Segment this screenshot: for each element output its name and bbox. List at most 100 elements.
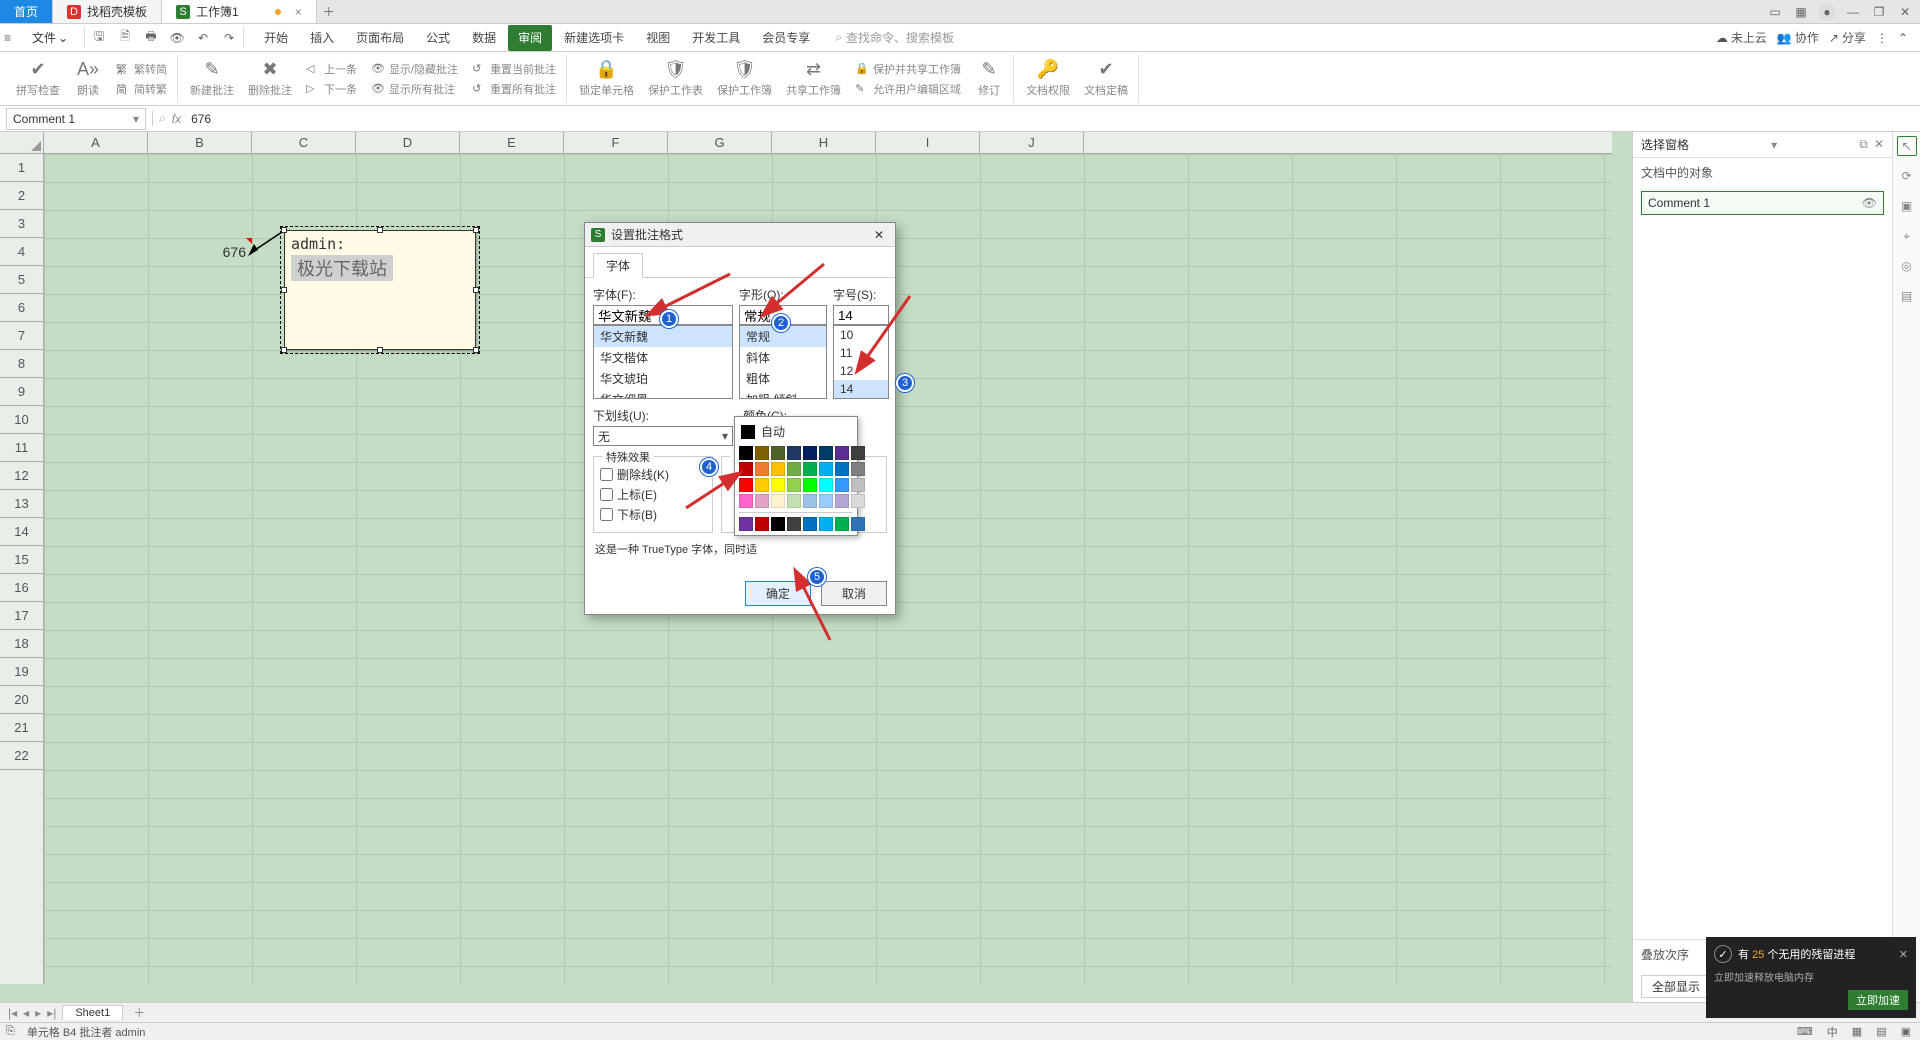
column-header[interactable]: J: [980, 132, 1084, 153]
cell-b4[interactable]: 676: [148, 238, 252, 266]
resize-handle-sw[interactable]: [281, 347, 287, 353]
apps-icon[interactable]: ▦: [1792, 3, 1810, 21]
color-swatch[interactable]: [819, 494, 833, 508]
menu-tab-start[interactable]: 开始: [254, 25, 298, 51]
style-option-1[interactable]: 斜体: [740, 347, 826, 368]
cancel-button[interactable]: 取消: [821, 581, 887, 606]
row-header[interactable]: 14: [0, 518, 43, 546]
column-header[interactable]: I: [876, 132, 980, 153]
formula-input[interactable]: 676: [187, 112, 1920, 126]
color-swatch[interactable]: [819, 446, 833, 460]
trad-to-simp-button[interactable]: 简简转繁: [112, 80, 171, 98]
font-listbox[interactable]: 华文新魏 华文楷体 华文琥珀 华文细黑: [593, 325, 733, 399]
color-swatch[interactable]: [739, 462, 753, 476]
row-header[interactable]: 3: [0, 210, 43, 238]
color-swatch[interactable]: [803, 478, 817, 492]
reset-all-button[interactable]: ↺重置所有批注: [468, 80, 560, 98]
row-header[interactable]: 9: [0, 378, 43, 406]
sheet-first-icon[interactable]: |◂: [6, 1006, 19, 1020]
resize-handle-e[interactable]: [473, 287, 479, 293]
color-swatch[interactable]: [819, 462, 833, 476]
size-input[interactable]: [833, 305, 889, 325]
prev-comment-button[interactable]: ◁上一条: [302, 60, 361, 78]
select-all-corner[interactable]: [0, 132, 44, 154]
layout-icon[interactable]: ▭: [1766, 3, 1784, 21]
superscript-checkbox[interactable]: 上标(E): [600, 486, 706, 503]
cloud-status[interactable]: ☁未上云: [1716, 29, 1767, 46]
column-header[interactable]: A: [44, 132, 148, 153]
status-view-icon[interactable]: ▦: [1849, 1025, 1865, 1038]
color-swatch[interactable]: [755, 478, 769, 492]
color-swatch[interactable]: [771, 446, 785, 460]
size-option-0[interactable]: 10: [834, 326, 888, 344]
subscript-checkbox[interactable]: 下标(B): [600, 506, 706, 523]
color-swatch[interactable]: [851, 517, 865, 531]
sheet-tab[interactable]: Sheet1: [62, 1005, 123, 1020]
underline-combo[interactable]: 无 ▾: [593, 426, 733, 446]
tab-home[interactable]: 首页: [0, 0, 53, 23]
font-option-0[interactable]: 华文新魏: [594, 326, 732, 347]
style-listbox[interactable]: 常规 斜体 粗体 加粗 倾斜: [739, 325, 827, 399]
reset-current-button[interactable]: ↺重置当前批注: [468, 60, 560, 78]
row-header[interactable]: 5: [0, 266, 43, 294]
status-ime-icon[interactable]: ⌨: [1794, 1025, 1816, 1038]
column-header[interactable]: C: [252, 132, 356, 153]
color-swatch[interactable]: [771, 494, 785, 508]
color-swatch[interactable]: [739, 517, 753, 531]
status-view2-icon[interactable]: ▤: [1873, 1025, 1889, 1038]
row-header[interactable]: 12: [0, 462, 43, 490]
doc-perm-button[interactable]: 🔑文档权限: [1022, 59, 1074, 98]
spellcheck-button[interactable]: ✔拼写检查: [12, 59, 64, 98]
menu-tab-data[interactable]: 数据: [462, 25, 506, 51]
row-header[interactable]: 18: [0, 630, 43, 658]
comment-text[interactable]: 极光下载站: [291, 255, 393, 281]
resize-handle-s[interactable]: [377, 347, 383, 353]
color-swatch[interactable]: [835, 446, 849, 460]
style-option-3[interactable]: 加粗 倾斜: [740, 389, 826, 399]
row-header[interactable]: 2: [0, 182, 43, 210]
color-swatch[interactable]: [851, 478, 865, 492]
sheet-prev-icon[interactable]: ◂: [21, 1006, 31, 1020]
color-swatch[interactable]: [851, 446, 865, 460]
color-swatch[interactable]: [739, 494, 753, 508]
pane-popout-icon[interactable]: ⧉: [1859, 137, 1868, 152]
color-swatch[interactable]: [851, 462, 865, 476]
column-header[interactable]: G: [668, 132, 772, 153]
ok-button[interactable]: 确定: [745, 581, 811, 606]
avatar-icon[interactable]: ●: [1818, 3, 1836, 21]
sheet-last-icon[interactable]: ▸|: [45, 1006, 58, 1020]
color-swatch[interactable]: [819, 517, 833, 531]
row-header[interactable]: 19: [0, 658, 43, 686]
row-header[interactable]: 10: [0, 406, 43, 434]
row-header[interactable]: 16: [0, 574, 43, 602]
menu-tab-member[interactable]: 会员专享: [752, 25, 820, 51]
column-header[interactable]: H: [772, 132, 876, 153]
size-listbox[interactable]: 10 11 12 14: [833, 325, 889, 399]
color-swatch[interactable]: [755, 517, 769, 531]
pane-close-icon[interactable]: ✕: [1874, 137, 1884, 152]
add-sheet-button[interactable]: ＋: [127, 1004, 151, 1021]
tab-close-icon[interactable]: ×: [295, 5, 302, 19]
color-swatch[interactable]: [755, 462, 769, 476]
color-swatch[interactable]: [739, 478, 753, 492]
protect-share-button[interactable]: 🔒保护并共享工作簿: [851, 60, 965, 78]
window-restore-icon[interactable]: ❐: [1870, 3, 1888, 21]
menu-tab-custom[interactable]: 新建选项卡: [554, 25, 634, 51]
tab-workbook[interactable]: S 工作簿1 ×: [162, 0, 317, 23]
menu-collapse-icon[interactable]: ⌃: [1898, 31, 1908, 45]
hamburger-icon[interactable]: ≡: [4, 31, 22, 45]
status-menu-icon[interactable]: ⎘: [6, 1025, 15, 1038]
lock-cell-button[interactable]: 🔒锁定单元格: [575, 59, 638, 98]
select-tool-icon[interactable]: ↖: [1897, 136, 1917, 156]
color-swatch[interactable]: [771, 517, 785, 531]
rail-icon-1[interactable]: ⟳: [1897, 166, 1917, 186]
row-header[interactable]: 17: [0, 602, 43, 630]
protect-book-button[interactable]: 🛡保护工作簿: [713, 59, 776, 98]
name-box-dropdown-icon[interactable]: ▾: [133, 112, 139, 126]
rail-icon-5[interactable]: ▤: [1897, 286, 1917, 306]
column-header[interactable]: E: [460, 132, 564, 153]
row-header[interactable]: 22: [0, 742, 43, 770]
color-swatch[interactable]: [739, 446, 753, 460]
resize-handle-w[interactable]: [281, 287, 287, 293]
toast-action-button[interactable]: 立即加速: [1848, 990, 1908, 1010]
